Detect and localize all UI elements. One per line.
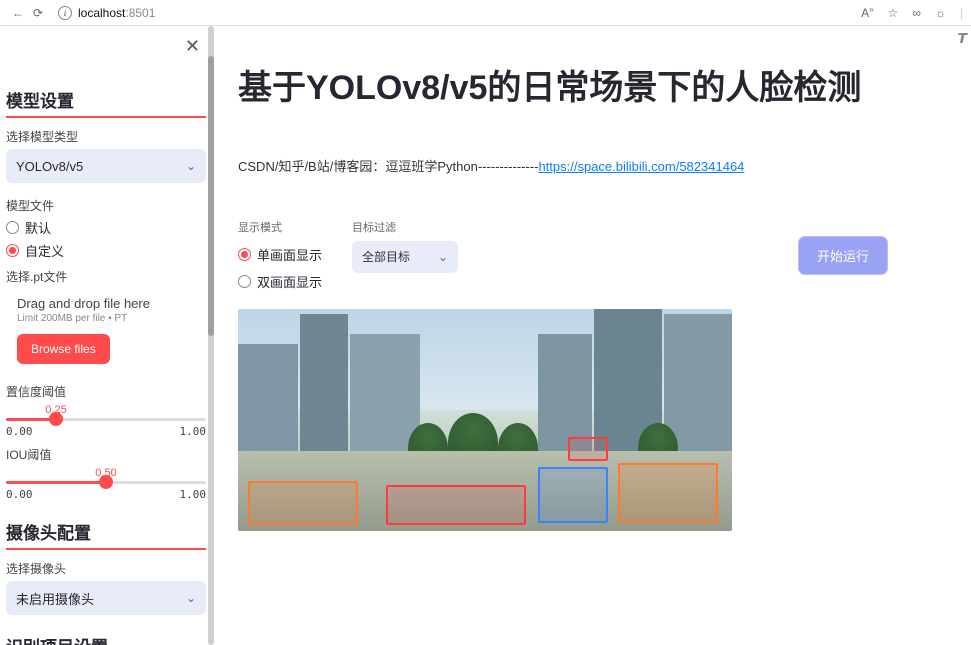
chevron-down-icon: ⌄ xyxy=(438,250,448,264)
address-bar[interactable]: i localhost:8501 xyxy=(58,6,851,20)
filter-label: 目标过滤 xyxy=(352,219,458,235)
browse-files-button[interactable]: Browse files xyxy=(17,334,110,364)
detection-box xyxy=(538,467,608,523)
slider-fill xyxy=(6,481,106,484)
slider-knob[interactable] xyxy=(49,412,63,426)
detection-box xyxy=(618,463,718,523)
conf-label: 置信度阈值 xyxy=(6,383,206,400)
detection-box xyxy=(248,481,358,525)
iou-slider[interactable]: 0.50 0.00 1.00 xyxy=(6,467,206,501)
filter-select[interactable]: 全部目标 ⌄ xyxy=(352,241,458,273)
file-dropzone[interactable]: Drag and drop file here Limit 200MB per … xyxy=(6,289,206,375)
iou-max: 1.00 xyxy=(180,488,207,501)
dropzone-subtext: Limit 200MB per file • PT xyxy=(17,313,205,324)
app-root: ✕ 模型设置 选择模型类型 YOLOv8/v5 ⌄ 模型文件 默认 自定义 选择… xyxy=(0,26,971,645)
chevron-down-icon: ⌄ xyxy=(186,591,196,605)
slider-track xyxy=(6,481,206,484)
camera-label: 选择摄像头 xyxy=(6,560,206,577)
infinity-icon[interactable]: ∞ xyxy=(912,6,921,20)
radio-double[interactable]: 双画面显示 xyxy=(238,272,322,291)
chevron-down-icon: ⌄ xyxy=(186,159,196,173)
radio-icon xyxy=(6,221,19,234)
camera-select[interactable]: 未启用摄像头 ⌄ xyxy=(6,581,206,615)
iou-min: 0.00 xyxy=(6,488,33,501)
credit-line: CSDN/知乎/B站/博客园：逗逗班学Python--------------h… xyxy=(238,156,947,175)
detection-box xyxy=(568,437,608,461)
radio-icon xyxy=(238,248,251,261)
format-icon[interactable]: 𝙏 xyxy=(957,30,967,47)
url-host: localhost xyxy=(78,6,125,20)
slider-knob[interactable] xyxy=(99,475,113,489)
conf-slider[interactable]: 0.25 0.00 1.00 xyxy=(6,404,206,438)
filter-group: 目标过滤 全部目标 ⌄ xyxy=(352,219,458,273)
close-icon[interactable]: ✕ xyxy=(185,36,200,57)
radio-double-label: 双画面显示 xyxy=(257,272,322,291)
model-file-label: 模型文件 xyxy=(6,197,206,214)
site-info-icon[interactable]: i xyxy=(58,6,72,20)
url-port: :8501 xyxy=(125,6,155,20)
credit-link[interactable]: https://space.bilibili.com/582341464 xyxy=(538,159,744,174)
controls-row: 显示模式 单画面显示 双画面显示 目标过滤 全部目标 ⌄ 开始运行 xyxy=(238,219,947,295)
model-type-value: YOLOv8/v5 xyxy=(16,159,83,174)
sidebar: ✕ 模型设置 选择模型类型 YOLOv8/v5 ⌄ 模型文件 默认 自定义 选择… xyxy=(0,26,214,645)
radio-custom-label: 自定义 xyxy=(25,241,64,260)
page-title: 基于YOLOv8/v5的日常场景下的人脸检测 xyxy=(238,66,947,112)
refresh-button[interactable]: ⟳ xyxy=(28,6,48,20)
radio-icon xyxy=(238,275,251,288)
radio-single-label: 单画面显示 xyxy=(257,245,322,264)
conf-min: 0.00 xyxy=(6,425,33,438)
display-mode-label: 显示模式 xyxy=(238,219,322,235)
reader-mode-icon[interactable]: A» xyxy=(861,5,873,20)
sync-icon[interactable]: ☼ xyxy=(935,6,946,20)
project-settings-header: 识别项目设置 xyxy=(6,615,206,645)
run-button[interactable]: 开始运行 xyxy=(799,237,887,274)
back-button[interactable]: ← xyxy=(8,6,28,20)
conf-max: 1.00 xyxy=(180,425,207,438)
credit-text: CSDN/知乎/B站/博客园：逗逗班学Python-------------- xyxy=(238,159,538,174)
detection-box xyxy=(386,485,526,525)
run-group: 开始运行 xyxy=(799,219,887,274)
model-settings-header: 模型设置 xyxy=(6,57,206,116)
radio-icon xyxy=(6,244,19,257)
radio-default[interactable]: 默认 xyxy=(6,218,206,237)
model-type-select[interactable]: YOLOv8/v5 ⌄ xyxy=(6,149,206,183)
camera-value: 未启用摄像头 xyxy=(16,589,94,608)
radio-default-label: 默认 xyxy=(25,218,51,237)
favorite-icon[interactable]: ☆ xyxy=(888,6,899,20)
browser-toolbar: ← ⟳ i localhost:8501 A» ☆ ∞ ☼ | xyxy=(0,0,971,26)
divider xyxy=(6,548,206,550)
divider: | xyxy=(960,6,963,20)
display-mode-group: 显示模式 单画面显示 双画面显示 xyxy=(238,219,322,295)
main-content: 𝙏 基于YOLOv8/v5的日常场景下的人脸检测 CSDN/知乎/B站/博客园：… xyxy=(214,26,971,645)
pt-file-label: 选择.pt文件 xyxy=(6,268,206,285)
radio-single[interactable]: 单画面显示 xyxy=(238,245,322,264)
camera-header: 摄像头配置 xyxy=(6,501,206,548)
slider-track xyxy=(6,418,206,421)
filter-value: 全部目标 xyxy=(362,248,410,265)
dropzone-text: Drag and drop file here xyxy=(17,296,205,311)
result-image xyxy=(238,309,732,531)
iou-label: IOU阈值 xyxy=(6,446,206,463)
radio-custom[interactable]: 自定义 xyxy=(6,241,206,260)
divider xyxy=(6,116,206,118)
model-type-label: 选择模型类型 xyxy=(6,128,206,145)
